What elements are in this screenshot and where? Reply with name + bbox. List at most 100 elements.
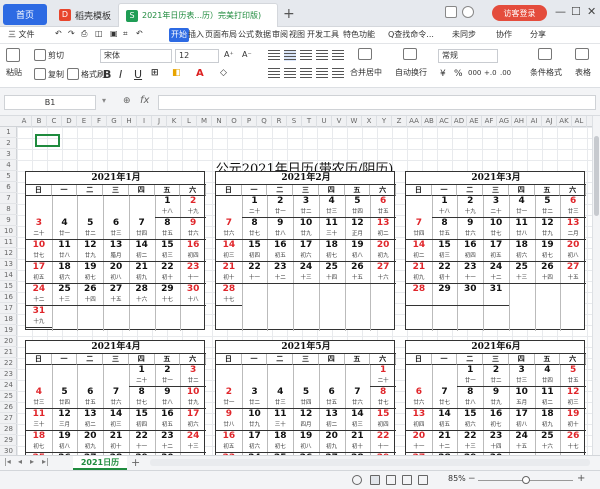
calendar-day[interactable]: 8: [370, 387, 396, 398]
column-header-cell[interactable]: T: [302, 116, 317, 127]
calendar-day[interactable]: 9: [457, 218, 483, 229]
column-header-cell[interactable]: F: [92, 116, 107, 127]
calendar-day[interactable]: 28: [216, 284, 242, 295]
calendar-day[interactable]: 1: [457, 365, 483, 376]
column-header-cell[interactable]: H: [122, 116, 137, 127]
calendar-day[interactable]: 27: [103, 284, 129, 295]
calendar-day[interactable]: 13: [77, 409, 103, 420]
calendar-day[interactable]: 5: [77, 218, 103, 229]
distribute-icon[interactable]: [332, 68, 344, 79]
calendar-day[interactable]: 10: [293, 218, 319, 229]
calendar-day[interactable]: 5: [52, 387, 78, 398]
calendar-day[interactable]: 24: [509, 431, 535, 442]
calendar-day[interactable]: 3: [26, 218, 52, 229]
calendar-day[interactable]: 16: [267, 240, 293, 251]
number-format-select[interactable]: 常规: [438, 49, 498, 63]
normal-view-icon[interactable]: [370, 475, 380, 485]
vertical-scroll-thumb[interactable]: [594, 136, 599, 216]
calendar-day[interactable]: 23: [457, 262, 483, 273]
preview-icon[interactable]: ◫: [95, 29, 103, 38]
undo-icon[interactable]: ↶: [55, 29, 62, 38]
zoom-out-icon[interactable]: −: [468, 474, 476, 484]
calendar-day[interactable]: 4: [319, 196, 345, 207]
row-header-cell[interactable]: 2: [0, 138, 17, 149]
fill-color-icon[interactable]: ◧: [172, 68, 181, 78]
justify-icon[interactable]: [316, 68, 328, 79]
row-header-cell[interactable]: 17: [0, 303, 17, 314]
calendar-day[interactable]: 26: [345, 262, 371, 273]
calendar-day[interactable]: 19: [77, 262, 103, 273]
row-header-cell[interactable]: 25: [0, 391, 17, 402]
calendar-day[interactable]: 26: [77, 284, 103, 295]
italic-button[interactable]: I: [119, 68, 122, 81]
row-header-cell[interactable]: 8: [0, 204, 17, 215]
calendar-day[interactable]: 4: [509, 196, 535, 207]
column-header-cell[interactable]: AK: [557, 116, 572, 127]
row-header-cell[interactable]: 12: [0, 248, 17, 259]
calendar-day[interactable]: 5: [345, 196, 371, 207]
orientation-icon[interactable]: [316, 50, 328, 61]
calendar-day[interactable]: 11: [26, 409, 52, 420]
last-sheet-icon[interactable]: ▸|: [42, 457, 49, 466]
calendar-day[interactable]: 30: [180, 284, 206, 295]
column-header-cell[interactable]: R: [272, 116, 287, 127]
menu-start[interactable]: 开始: [169, 28, 189, 42]
calendar-day[interactable]: 6: [560, 196, 586, 207]
calendar-day[interactable]: 5: [535, 196, 561, 207]
calendar-day[interactable]: 25: [319, 262, 345, 273]
menu-features[interactable]: 特色功能: [343, 29, 375, 40]
calendar-day[interactable]: 28: [406, 284, 432, 295]
column-header-cell[interactable]: AH: [512, 116, 527, 127]
save-icon[interactable]: ▣: [110, 29, 118, 38]
row-header-cell[interactable]: 19: [0, 325, 17, 336]
align-bottom-icon[interactable]: [300, 50, 312, 61]
menu-data[interactable]: 数据: [255, 29, 271, 40]
calendar-day[interactable]: 10: [483, 218, 509, 229]
calendar-day[interactable]: 26: [535, 262, 561, 273]
theme-icon[interactable]: [462, 6, 474, 18]
row-header-cell[interactable]: 22: [0, 358, 17, 369]
calendar-day[interactable]: 4: [535, 365, 561, 376]
increase-decimal-icon[interactable]: +.0: [484, 69, 497, 77]
calendar-day[interactable]: 24: [293, 262, 319, 273]
calendar-day[interactable]: 7: [432, 387, 458, 398]
calendar-day[interactable]: 18: [52, 262, 78, 273]
calendar-day[interactable]: 2: [457, 196, 483, 207]
calendar-day[interactable]: 14: [432, 409, 458, 420]
page-layout-view-icon[interactable]: [386, 475, 396, 485]
calendar-day[interactable]: 12: [52, 409, 78, 420]
eye-protect-icon[interactable]: [352, 475, 362, 485]
calendar-day[interactable]: 27: [560, 262, 586, 273]
row-header-cell[interactable]: 16: [0, 292, 17, 303]
maximize-icon[interactable]: ☐: [571, 5, 581, 18]
calendar-day[interactable]: 21: [406, 262, 432, 273]
calendar-day[interactable]: 3: [483, 196, 509, 207]
calendar-day[interactable]: 8: [457, 387, 483, 398]
selected-cell[interactable]: [35, 134, 60, 147]
calendar-day[interactable]: 23: [155, 431, 181, 442]
table-style-button[interactable]: 表格: [575, 48, 591, 78]
calendar-day[interactable]: 14: [406, 240, 432, 251]
calendar-day[interactable]: 19: [560, 409, 586, 420]
search-command[interactable]: Q查找命令...: [388, 29, 434, 40]
calendar-day[interactable]: 1: [155, 196, 181, 207]
calendar-day[interactable]: 18: [319, 240, 345, 251]
calendar-day[interactable]: 6: [406, 387, 432, 398]
calendar-day[interactable]: 25: [52, 284, 78, 295]
column-header-cell[interactable]: AC: [437, 116, 452, 127]
collaborate-button[interactable]: 协作: [496, 29, 512, 40]
calendar-day[interactable]: 3: [293, 196, 319, 207]
percent-icon[interactable]: %: [454, 69, 463, 79]
calendar-day[interactable]: 22: [432, 262, 458, 273]
calendar-day[interactable]: 24: [180, 431, 206, 442]
row-header-cell[interactable]: 14: [0, 270, 17, 281]
column-header-cell[interactable]: U: [317, 116, 332, 127]
formula-input[interactable]: [158, 95, 596, 110]
paste-button[interactable]: 粘贴: [6, 48, 22, 78]
calendar-day[interactable]: 15: [242, 240, 268, 251]
column-header-cell[interactable]: B: [32, 116, 47, 127]
calendar-day[interactable]: 10: [26, 240, 52, 251]
calendar-day[interactable]: 8: [129, 387, 155, 398]
column-header-cell[interactable]: L: [182, 116, 197, 127]
calendar-day[interactable]: 6: [103, 218, 129, 229]
